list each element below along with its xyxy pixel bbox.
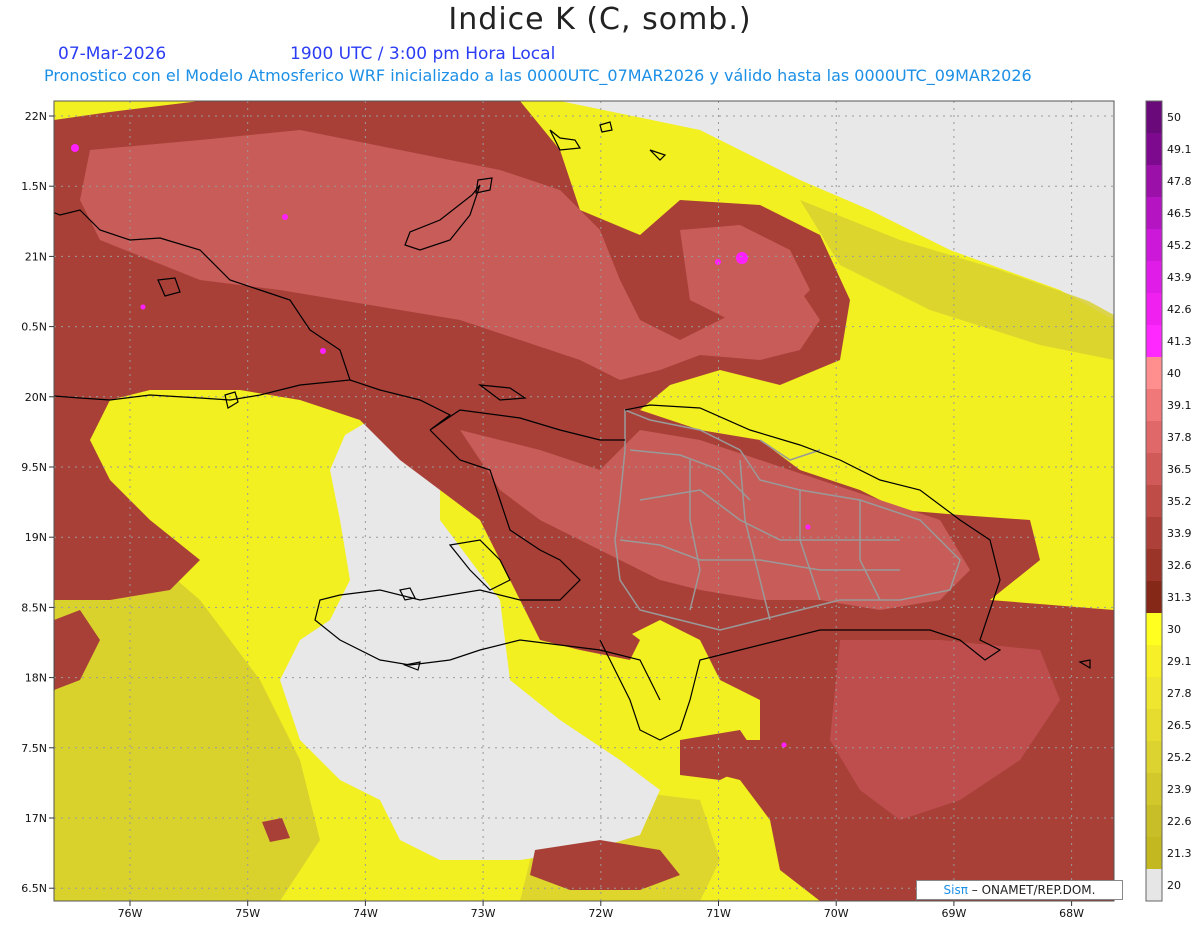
colorbar-label: 30 (1167, 623, 1181, 636)
colorbar-swatch (1146, 517, 1162, 550)
colorbar-swatch (1146, 453, 1162, 486)
k-index-peak-1 (71, 144, 79, 152)
colorbar-label: 50 (1167, 111, 1181, 124)
colorbar-swatch (1146, 485, 1162, 518)
colorbar-label: 26.5 (1167, 719, 1192, 732)
colorbar-label: 23.9 (1167, 783, 1192, 796)
colorbar-swatch (1146, 325, 1162, 358)
colorbar-label: 29.1 (1167, 655, 1192, 668)
colorbar-swatch (1146, 709, 1162, 742)
colorbar-swatch (1146, 645, 1162, 678)
colorbar-swatch (1146, 773, 1162, 806)
lat-label: 21N (25, 250, 47, 263)
map-figure: 22N 1.5N 21N 0.5N 20N 9.5N 19N 8.5N 18N 7.5N 17N 6.… (21, 100, 1192, 920)
lat-label: 0.5N (21, 321, 47, 334)
lon-label: 69W (941, 907, 966, 920)
colorbar-label: 41.3 (1167, 335, 1192, 348)
colorbar-swatch (1146, 741, 1162, 774)
colorbar-label: 47.8 (1167, 175, 1192, 188)
lat-label: 8.5N (21, 601, 47, 614)
lon-label: 72W (588, 907, 613, 920)
colorbar-swatch (1146, 101, 1162, 134)
lat-label: 17N (25, 812, 47, 825)
lat-label: 7.5N (21, 742, 47, 755)
colorbar-label: 36.5 (1167, 463, 1192, 476)
colorbar-swatch (1146, 581, 1162, 614)
colorbar-label: 45.2 (1167, 239, 1192, 252)
k-index-peak-2 (282, 214, 288, 220)
lat-label: 20N (25, 391, 47, 404)
colorbar-label: 37.8 (1167, 431, 1192, 444)
lon-label: 71W (706, 907, 731, 920)
colorbar-swatch (1146, 549, 1162, 582)
colorbar-swatch (1146, 805, 1162, 838)
colorbar-swatch (1146, 869, 1162, 902)
credit-box: Sisπ – ONAMET/REP.DOM. (916, 880, 1123, 900)
k-index-peak-8 (781, 742, 787, 748)
colorbar-label: 42.6 (1167, 303, 1192, 316)
colorbar-label: 39.1 (1167, 399, 1192, 412)
k-index-peak-5 (320, 348, 326, 354)
k-index-peak-6 (140, 304, 146, 310)
colorbar-swatch (1146, 133, 1162, 166)
colorbar-label: 22.6 (1167, 815, 1192, 828)
k-index-peak-7 (805, 524, 811, 530)
colorbar-label: 49.1 (1167, 143, 1192, 156)
lon-label: 74W (353, 907, 378, 920)
colorbar-label: 21.3 (1167, 847, 1192, 860)
k-index-peak-3 (736, 252, 748, 264)
colorbar-swatch (1146, 677, 1162, 710)
lat-label: 22N (25, 110, 47, 123)
credit-sis: Sisπ (943, 883, 968, 897)
colorbar-label: 20 (1167, 879, 1181, 892)
colorbar-swatch (1146, 229, 1162, 262)
colorbar-swatch (1146, 389, 1162, 422)
colorbar-swatch (1146, 357, 1162, 390)
lon-label: 76W (118, 907, 143, 920)
colorbar-swatch (1146, 421, 1162, 454)
colorbar-label: 25.2 (1167, 751, 1192, 764)
lat-label: 9.5N (21, 461, 47, 474)
latitude-labels: 22N 1.5N 21N 0.5N 20N 9.5N 19N 8.5N 18N 7.5N 17N 6.… (21, 110, 54, 895)
lat-label: 6.5N (21, 882, 47, 895)
colorbar-label: 35.2 (1167, 495, 1192, 508)
colorbar-label: 31.3 (1167, 591, 1192, 604)
lat-label: 19N (25, 531, 47, 544)
lat-label: 18N (25, 672, 47, 685)
colorbar-swatch (1146, 293, 1162, 326)
colorbar-swatch (1146, 261, 1162, 294)
colorbar-swatch (1146, 613, 1162, 646)
colorbar: 50 49.1 47.8 46.5 45.2 43.9 42.6 41.3 40 39.1 37.8… (1145, 100, 1192, 902)
colorbar-label: 27.8 (1167, 687, 1192, 700)
map-plot-area (54, 101, 1114, 901)
lat-label: 1.5N (21, 180, 47, 193)
colorbar-label: 46.5 (1167, 207, 1192, 220)
colorbar-label: 40 (1167, 367, 1181, 380)
lon-label: 70W (824, 907, 849, 920)
lon-label: 75W (235, 907, 260, 920)
colorbar-label: 33.9 (1167, 527, 1192, 540)
colorbar-swatch (1146, 197, 1162, 230)
colorbar-label: 32.6 (1167, 559, 1192, 572)
longitude-labels: 76W 75W 74W 73W 72W 71W 70W 69W 68W (118, 901, 1084, 920)
lon-label: 73W (471, 907, 496, 920)
lon-label: 68W (1059, 907, 1084, 920)
colorbar-swatch (1146, 837, 1162, 870)
colorbar-swatch (1146, 165, 1162, 198)
credit-org: – ONAMET/REP.DOM. (971, 883, 1096, 897)
colorbar-label: 43.9 (1167, 271, 1192, 284)
